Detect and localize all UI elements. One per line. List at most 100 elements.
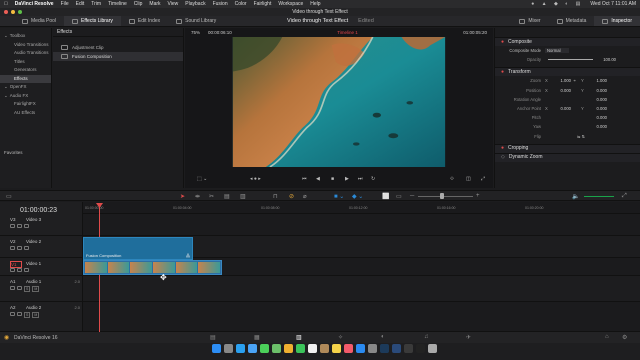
menu-trim[interactable]: Trim: [91, 1, 101, 7]
media-pool-tab[interactable]: Media Pool: [0, 16, 64, 26]
track-id[interactable]: V3: [10, 217, 22, 222]
dynamic-zoom-toggle-icon[interactable]: ◇: [501, 153, 505, 162]
volume-slider[interactable]: [584, 196, 614, 197]
page-cut-icon[interactable]: ▦: [254, 334, 260, 341]
y-value[interactable]: 0.000: [587, 88, 607, 93]
metadata-tab[interactable]: Metadata: [549, 16, 595, 26]
track-name[interactable]: Audio 2: [26, 305, 41, 310]
tree-item[interactable]: Effects: [0, 74, 51, 83]
app-store-icon[interactable]: [356, 344, 365, 353]
source-timecode[interactable]: 00:00:06:10: [208, 30, 232, 35]
x-value[interactable]: 0.000: [551, 88, 571, 93]
music-icon[interactable]: [344, 344, 353, 353]
page-media-icon[interactable]: ▤: [210, 334, 216, 341]
x-value[interactable]: 0.000: [551, 106, 571, 111]
notes-icon[interactable]: [332, 344, 341, 353]
solo-button[interactable]: S: [24, 312, 31, 318]
loop-button[interactable]: ↻: [371, 176, 375, 182]
snapping-icon[interactable]: ⊓: [273, 193, 278, 200]
track-id[interactable]: V1: [10, 261, 22, 268]
edit-overlay-icon[interactable]: ◫: [466, 176, 471, 182]
chevron-down-icon[interactable]: ⌄: [4, 83, 8, 92]
page-color-icon[interactable]: ◐: [381, 334, 385, 340]
flip-buttons[interactable]: ⇋ ⇅: [577, 134, 585, 139]
transform-overlay-icon[interactable]: ⬚ ⌄: [197, 176, 207, 182]
launchpad-icon[interactable]: [224, 344, 233, 353]
finder-icon[interactable]: [212, 344, 221, 353]
cropping-section-header[interactable]: ● Cropping: [495, 143, 640, 153]
chevron-down-icon[interactable]: ⌄: [4, 92, 8, 101]
track-id[interactable]: V2: [10, 239, 22, 244]
menu-color[interactable]: Color: [235, 1, 247, 7]
volume-icon[interactable]: 🔈: [572, 193, 579, 200]
trash-icon[interactable]: [428, 344, 437, 353]
marker-icon[interactable]: ◆ ⌄: [352, 193, 363, 200]
y-value[interactable]: 0.000: [587, 115, 607, 120]
cropping-toggle-icon[interactable]: ●: [501, 144, 504, 153]
auto-select-icon[interactable]: [17, 312, 22, 316]
menu-help[interactable]: Help: [310, 1, 320, 7]
menu-clip[interactable]: Clip: [134, 1, 143, 7]
selection-tool-icon[interactable]: ➤: [180, 193, 185, 200]
y-value[interactable]: 0.000: [587, 106, 607, 111]
contacts-icon[interactable]: [320, 344, 329, 353]
solo-button[interactable]: S: [24, 286, 31, 292]
auto-select-icon[interactable]: [17, 268, 22, 272]
track-name[interactable]: Video 2: [26, 239, 41, 244]
davinci-icon[interactable]: [404, 344, 413, 353]
effect-item[interactable]: Adjustment Clip: [53, 43, 183, 52]
terminal-icon[interactable]: [416, 344, 425, 353]
edit-index-tab[interactable]: Edit Index: [121, 16, 168, 26]
track-visibility-icon[interactable]: [24, 268, 29, 272]
tree-item[interactable]: Audio Transitions: [0, 49, 51, 58]
reverse-play-button[interactable]: ◀: [316, 176, 320, 182]
menu-playback[interactable]: Playback: [185, 1, 205, 7]
track-visibility-icon[interactable]: [24, 246, 29, 250]
timeline-name[interactable]: Timeline 1: [337, 30, 358, 35]
menu-fairlight[interactable]: Fairlight: [254, 1, 272, 7]
lock-track-icon[interactable]: [10, 286, 15, 290]
fullscreen-icon[interactable]: ⤢: [481, 176, 485, 182]
trim-tool-icon[interactable]: ⇹: [195, 193, 200, 200]
timeline-ruler[interactable]: 01:00:00:00 01:00:04:00 01:00:08:00 01:00:1…: [83, 202, 640, 214]
settings-icon[interactable]: ⚙: [622, 334, 627, 341]
sound-library-tab[interactable]: Sound Library: [168, 16, 224, 26]
tree-item[interactable]: FairlightFX: [0, 100, 51, 109]
lock-icon[interactable]: ⌀: [303, 193, 307, 200]
auto-select-icon[interactable]: [17, 286, 22, 290]
preferences-icon[interactable]: [368, 344, 377, 353]
stop-button[interactable]: ■: [331, 176, 334, 182]
zoom-in-icon[interactable]: +: [476, 193, 480, 199]
mute-button[interactable]: M: [32, 286, 40, 292]
video-1-clip[interactable]: [83, 260, 222, 275]
zoom-detail-icon[interactable]: ▭: [396, 193, 402, 200]
dynamic-zoom-section-header[interactable]: ◇ Dynamic Zoom: [495, 152, 640, 162]
effects-library-tab[interactable]: Effects Library: [64, 16, 121, 26]
messages-icon[interactable]: [260, 344, 269, 353]
mixer-tab[interactable]: Mixer: [511, 16, 548, 26]
page-fairlight-icon[interactable]: ♫: [424, 334, 429, 340]
mute-button[interactable]: M: [32, 312, 40, 318]
calendar-icon[interactable]: [308, 344, 317, 353]
menu-file[interactable]: File: [61, 1, 69, 7]
apple-icon[interactable]: : [4, 1, 8, 7]
safari-icon[interactable]: [236, 344, 245, 353]
tree-item[interactable]: ⌄ Audio FX: [0, 92, 51, 101]
opacity-value[interactable]: 100.00: [596, 57, 616, 62]
jog-control[interactable]: ◂ ● ▸: [250, 176, 261, 182]
track-visibility-icon[interactable]: [24, 224, 29, 228]
match-frame-icon[interactable]: ⟐: [450, 176, 454, 182]
fullscreen-timeline-icon[interactable]: ⤢: [622, 193, 627, 200]
page-edit-icon[interactable]: ▥: [296, 334, 302, 341]
zoom-slider[interactable]: [418, 196, 473, 197]
photos-icon[interactable]: [284, 344, 293, 353]
track-lane[interactable]: [83, 214, 640, 236]
zoom-full-icon[interactable]: ⬜: [382, 193, 389, 200]
viewer-image[interactable]: [210, 37, 468, 167]
lock-track-icon[interactable]: [10, 268, 15, 272]
chevron-down-icon[interactable]: ⌄: [4, 32, 8, 41]
first-frame-button[interactable]: ⏮: [302, 176, 307, 182]
link-icon[interactable]: ⚭: [573, 78, 581, 83]
transform-toggle-icon[interactable]: ●: [501, 68, 504, 77]
tree-item[interactable]: Titles: [0, 58, 51, 67]
